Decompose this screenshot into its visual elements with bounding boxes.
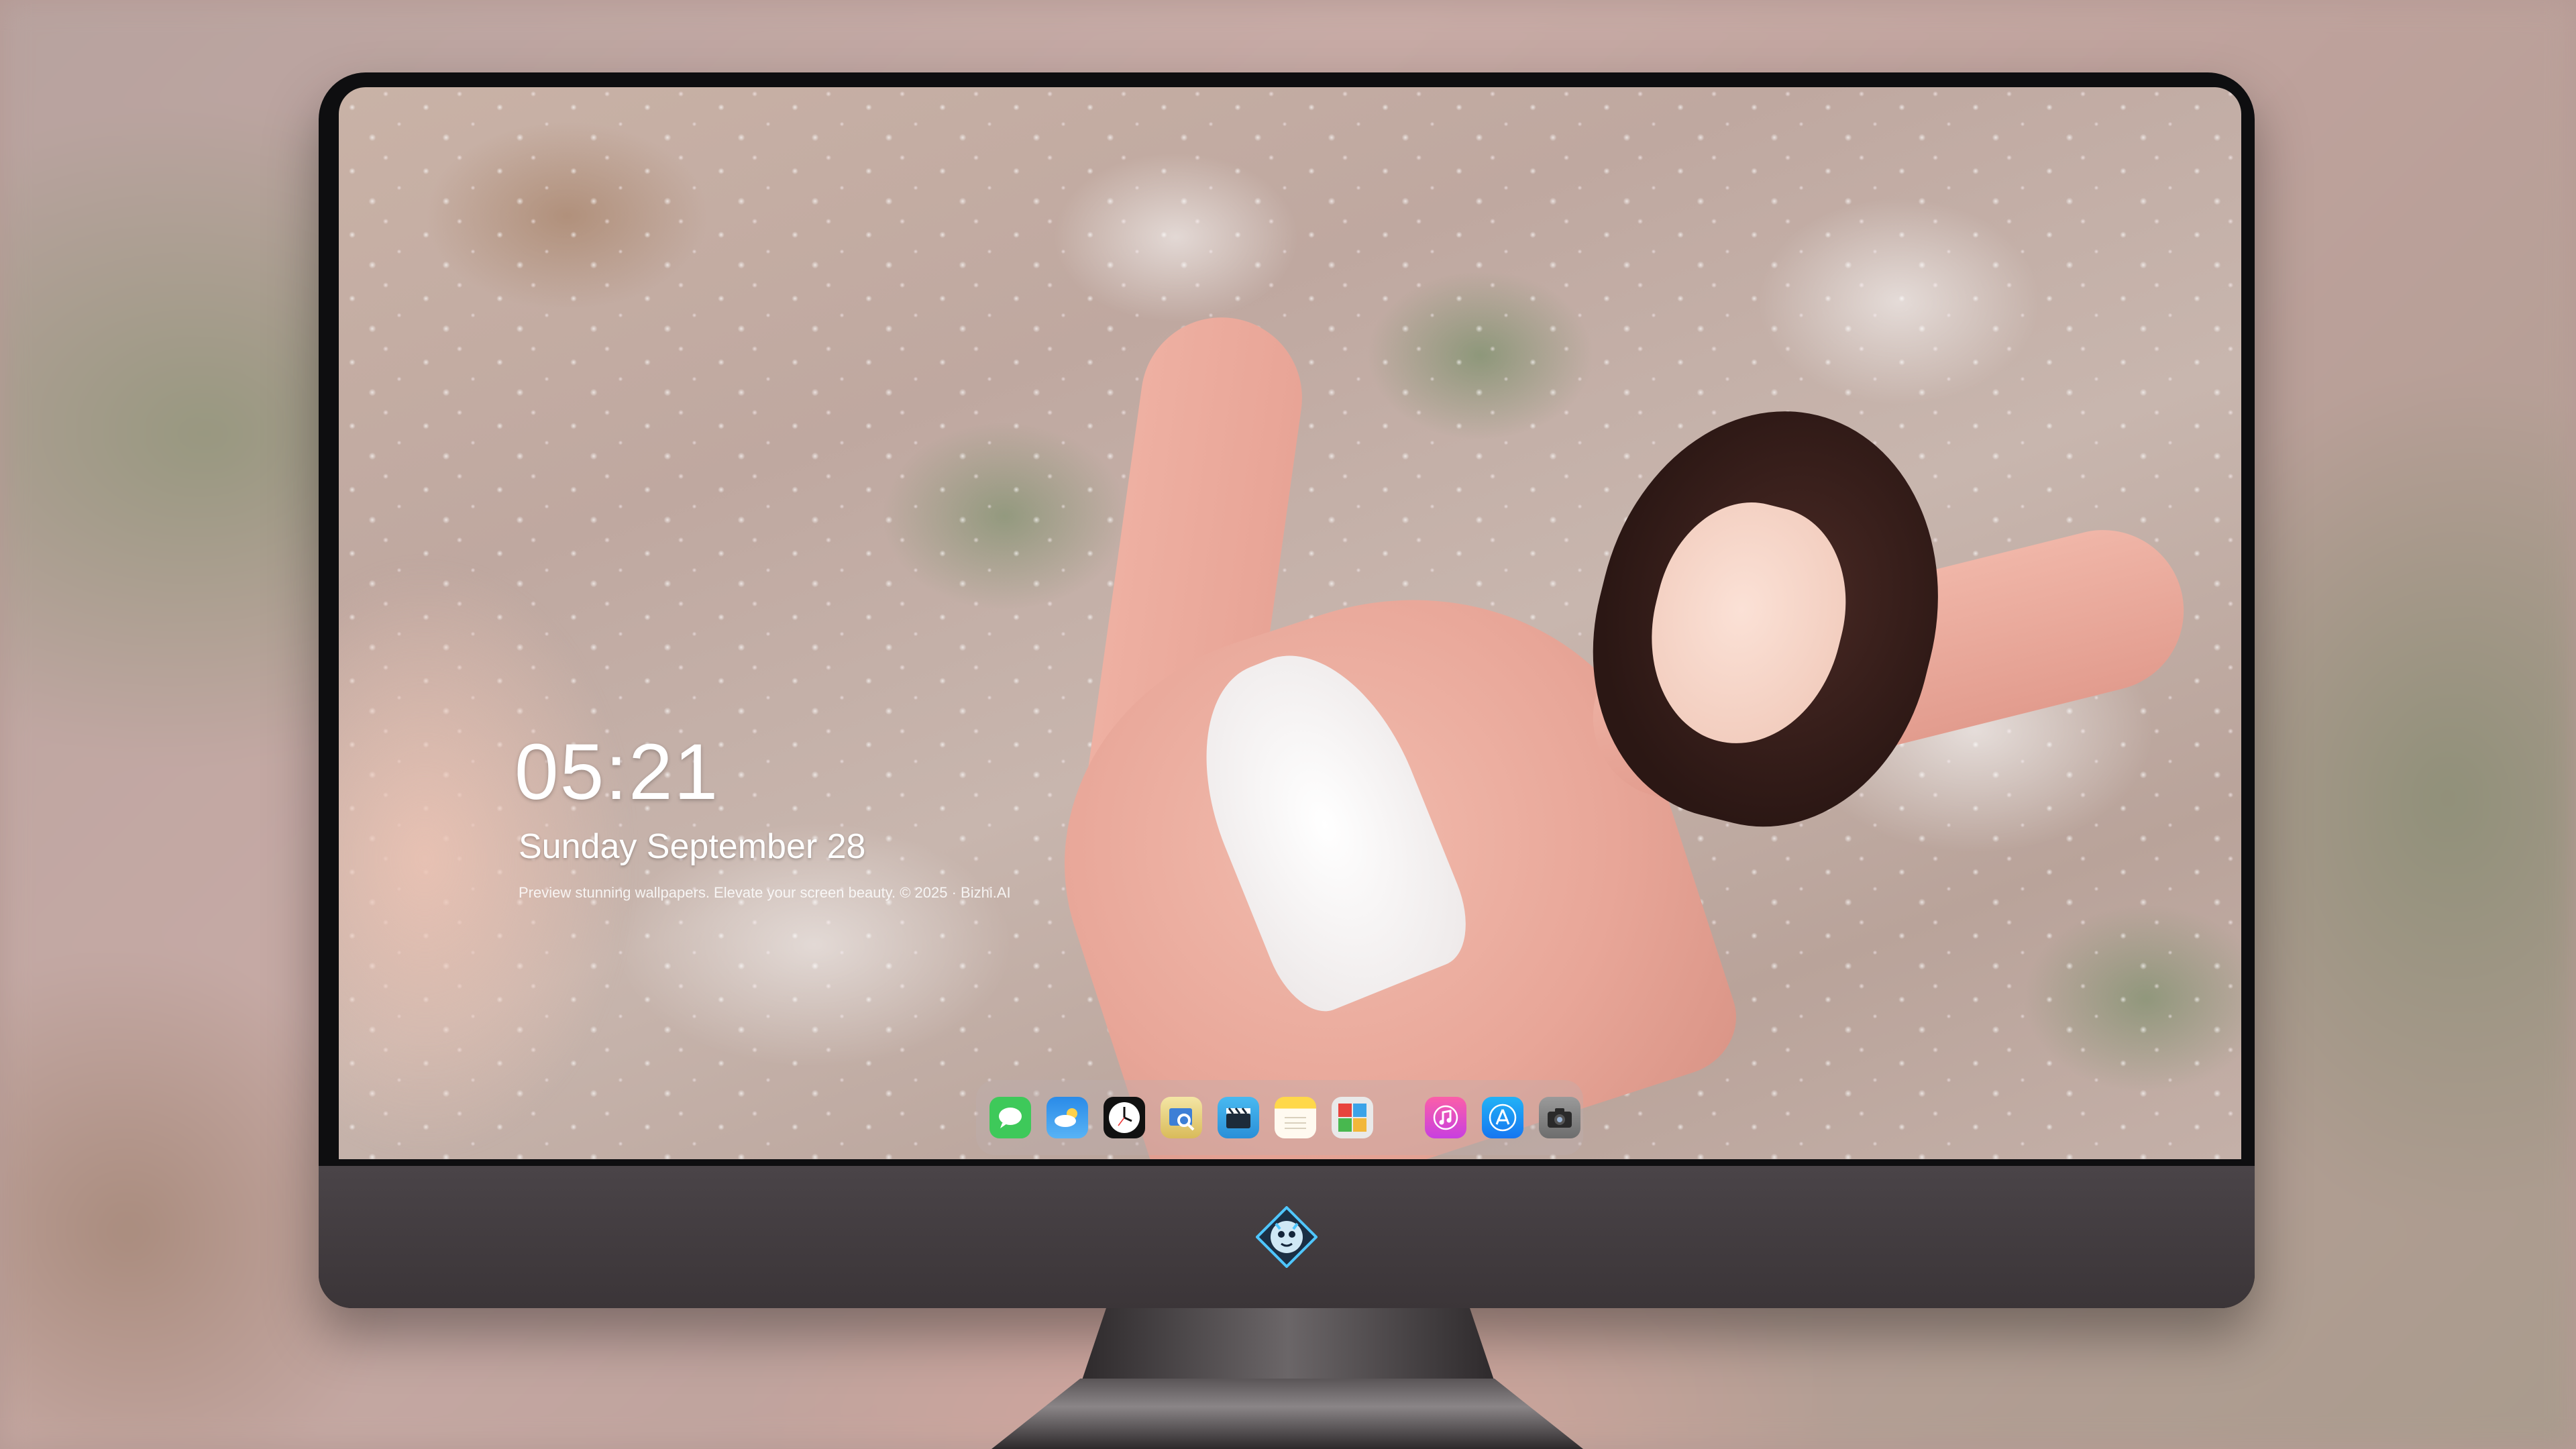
- lock-screen-info: 05:21 Sunday September 28 Preview stunni…: [515, 733, 1011, 902]
- clapper-icon[interactable]: [1218, 1097, 1259, 1138]
- dock: [976, 1080, 1583, 1155]
- clock-icon[interactable]: [1104, 1097, 1145, 1138]
- clock-time: 05:21: [515, 728, 720, 816]
- desktop-screen: 05:21 Sunday September 28 Preview stunni…: [339, 87, 2241, 1159]
- monitor-stand-neck: [1081, 1308, 1495, 1382]
- dragon-logo-icon: [1256, 1206, 1318, 1268]
- clock-date: Sunday September 28: [519, 827, 866, 866]
- monitor-stand-base: [991, 1379, 1583, 1449]
- monitor-chin: [319, 1166, 2255, 1308]
- messages-icon[interactable]: [989, 1097, 1031, 1138]
- music-icon[interactable]: [1425, 1097, 1466, 1138]
- notes-icon[interactable]: [1275, 1097, 1316, 1138]
- appstore-icon[interactable]: [1482, 1097, 1523, 1138]
- weather-icon[interactable]: [1046, 1097, 1088, 1138]
- photobooth-icon[interactable]: [1332, 1097, 1373, 1138]
- preview-icon[interactable]: [1161, 1097, 1202, 1138]
- monitor-frame: 05:21 Sunday September 28 Preview stunni…: [319, 72, 2255, 1308]
- wallpaper-credit: Preview stunning wallpapers. Elevate you…: [519, 884, 1011, 901]
- camera-icon[interactable]: [1539, 1097, 1580, 1138]
